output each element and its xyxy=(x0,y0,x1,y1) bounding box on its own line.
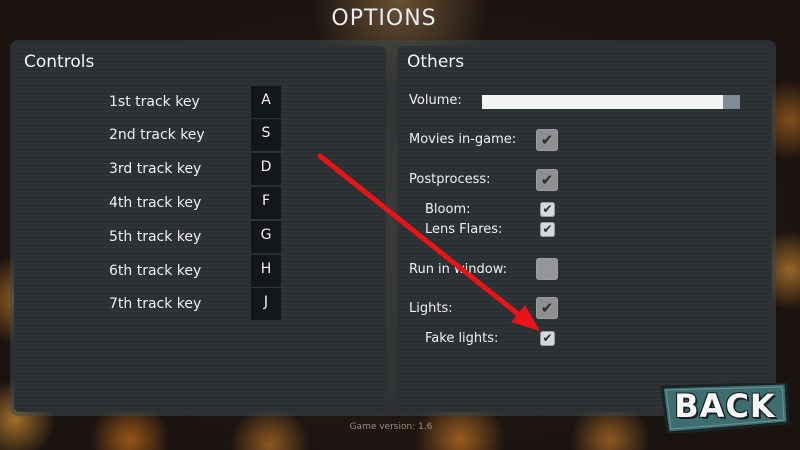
key-label: 7th track key xyxy=(109,296,202,312)
key-binding-button[interactable]: J xyxy=(251,288,281,320)
lights-label: Lights: xyxy=(409,301,453,316)
key-binding-button[interactable]: H xyxy=(251,255,281,287)
key-label: 5th track key xyxy=(109,229,202,245)
back-button-label: BACK xyxy=(674,387,776,425)
key-row-1: 1st track key A xyxy=(14,86,386,118)
postprocess-checkbox[interactable]: ✔ xyxy=(536,169,558,191)
key-row-2: 2nd track key S xyxy=(14,119,386,151)
key-row-7: 7th track key J xyxy=(14,288,386,320)
lens-flares-checkbox[interactable]: ✔ xyxy=(540,222,555,237)
movies-in-game-label: Movies in-game: xyxy=(409,132,517,147)
check-icon: ✔ xyxy=(540,131,554,149)
key-label: 2nd track key xyxy=(109,127,205,143)
controls-heading: Controls xyxy=(24,52,95,72)
postprocess-label: Postprocess: xyxy=(409,172,491,187)
key-binding-button[interactable]: G xyxy=(251,221,281,253)
check-icon: ✔ xyxy=(540,171,554,189)
key-binding-button[interactable]: A xyxy=(251,86,281,118)
volume-slider[interactable] xyxy=(482,95,740,109)
key-binding-button[interactable]: D xyxy=(251,153,281,185)
key-row-6: 6th track key H xyxy=(14,255,386,287)
bloom-checkbox[interactable]: ✔ xyxy=(540,202,555,217)
run-in-window-label: Run in window: xyxy=(409,262,508,277)
check-icon: ✔ xyxy=(542,331,553,345)
fake-lights-label: Fake lights: xyxy=(425,331,499,346)
key-row-5: 5th track key G xyxy=(14,221,386,253)
key-label: 3rd track key xyxy=(109,161,202,177)
others-panel: Others Volume: Movies in-game: ✔ Postpro… xyxy=(397,46,772,412)
screen-title: OPTIONS xyxy=(331,6,437,31)
lights-checkbox[interactable]: ✔ xyxy=(536,297,558,319)
key-binding-button[interactable]: F xyxy=(251,187,281,219)
volume-label: Volume: xyxy=(409,93,462,108)
run-in-window-checkbox[interactable] xyxy=(536,258,558,280)
key-label: 1st track key xyxy=(109,94,200,110)
key-binding-button[interactable]: S xyxy=(251,119,281,151)
key-label: 6th track key xyxy=(109,263,202,279)
controls-panel: Controls 1st track key A 2nd track key S… xyxy=(14,46,386,412)
bloom-label: Bloom: xyxy=(425,202,471,217)
fake-lights-checkbox[interactable]: ✔ xyxy=(540,331,555,346)
lens-flares-label: Lens Flares: xyxy=(425,222,503,237)
movies-in-game-checkbox[interactable]: ✔ xyxy=(536,129,558,151)
volume-slider-handle[interactable] xyxy=(723,95,740,109)
key-row-3: 3rd track key D xyxy=(14,153,386,185)
key-row-4: 4th track key F xyxy=(14,187,386,219)
back-button[interactable]: BACK xyxy=(660,383,790,433)
check-icon: ✔ xyxy=(542,222,553,236)
key-label: 4th track key xyxy=(109,195,202,211)
others-heading: Others xyxy=(407,52,465,72)
check-icon: ✔ xyxy=(542,202,553,216)
check-icon: ✔ xyxy=(540,299,554,317)
